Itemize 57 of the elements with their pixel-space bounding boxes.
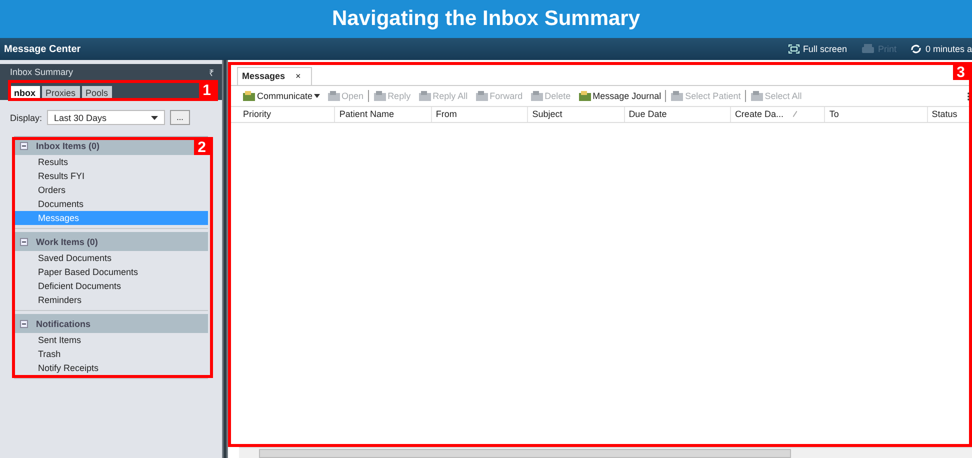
refresh-button[interactable]: 0 minutes a: [910, 44, 972, 54]
column-header[interactable]: To: [825, 107, 928, 122]
sort-icon: [793, 111, 798, 117]
sidebar-item[interactable]: Orders: [14, 183, 208, 197]
column-header[interactable]: Status: [928, 107, 972, 122]
column-header[interactable]: Create Da...: [730, 107, 826, 122]
toolbar-icon: [750, 90, 764, 102]
toolbar-icon: [474, 90, 489, 102]
toolbar-icon: [418, 90, 432, 102]
sidebar-item[interactable]: Deficient Documents: [14, 279, 208, 293]
fullscreen-button[interactable]: Full screen: [788, 44, 847, 54]
sidebar-item[interactable]: Sent Items: [14, 333, 208, 347]
horizontal-scrollbar[interactable]: [239, 447, 972, 458]
dropdown-button[interactable]: Communicate: [239, 90, 323, 102]
pin-icon[interactable]: ₹: [209, 66, 214, 78]
display-dropdown[interactable]: Last 30 Days: [47, 110, 166, 125]
fullscreen-icon: [788, 44, 800, 54]
column-header[interactable]: Due Date: [624, 107, 731, 122]
caret-icon: [151, 116, 158, 120]
sidebar-item[interactable]: Results FYI: [14, 169, 208, 183]
app-title: Message Center: [4, 44, 81, 54]
toolbar-icon: [372, 90, 387, 102]
collapse-icon[interactable]: [20, 238, 28, 246]
collapse-icon[interactable]: [20, 320, 28, 328]
column-header[interactable]: Patient Name: [335, 107, 432, 122]
callout-number: 1: [198, 83, 215, 98]
sidebar-item[interactable]: Reminders: [14, 293, 208, 307]
toolbar-icon: [242, 90, 256, 102]
callout-number: 2: [194, 140, 210, 155]
sidebar-item[interactable]: Trash: [14, 347, 208, 361]
refresh-icon: [910, 44, 922, 54]
toolbar-icon: [326, 90, 341, 102]
caret-icon: [314, 94, 320, 98]
column-header[interactable]: From: [432, 107, 528, 122]
panel-title: Inbox Summary: [10, 67, 74, 77]
display-label: Display:: [10, 112, 42, 122]
printer-icon: [860, 44, 875, 54]
sidebar-item[interactable]: Notify Receipts: [14, 361, 208, 375]
collapse-icon[interactable]: [20, 142, 28, 150]
sidebar-item[interactable]: Results: [14, 155, 208, 169]
group-header[interactable]: Notifications: [14, 314, 208, 333]
sidebar-item[interactable]: Saved Documents: [14, 251, 208, 265]
sidebar-item[interactable]: Documents: [14, 197, 208, 211]
callout-number: 3: [952, 65, 969, 80]
toolbar-icon: [670, 90, 684, 102]
page-title: Navigating the Inbox Summary: [332, 7, 640, 31]
tab[interactable]: Messages ×: [237, 67, 312, 85]
group-header[interactable]: Work Items (0): [14, 232, 208, 251]
toolbar-icon: [578, 90, 592, 102]
sidebar-item[interactable]: Paper Based Documents: [14, 265, 208, 279]
toolbar-icon: [530, 90, 544, 102]
overflow-icon[interactable]: [967, 92, 970, 100]
more-button[interactable]: ...: [170, 110, 190, 125]
close-icon[interactable]: ×: [296, 71, 301, 81]
column-header[interactable]: Priority: [239, 107, 336, 122]
column-header[interactable]: Subject: [528, 107, 625, 122]
toolbar-button[interactable]: Message Journal: [574, 90, 664, 102]
